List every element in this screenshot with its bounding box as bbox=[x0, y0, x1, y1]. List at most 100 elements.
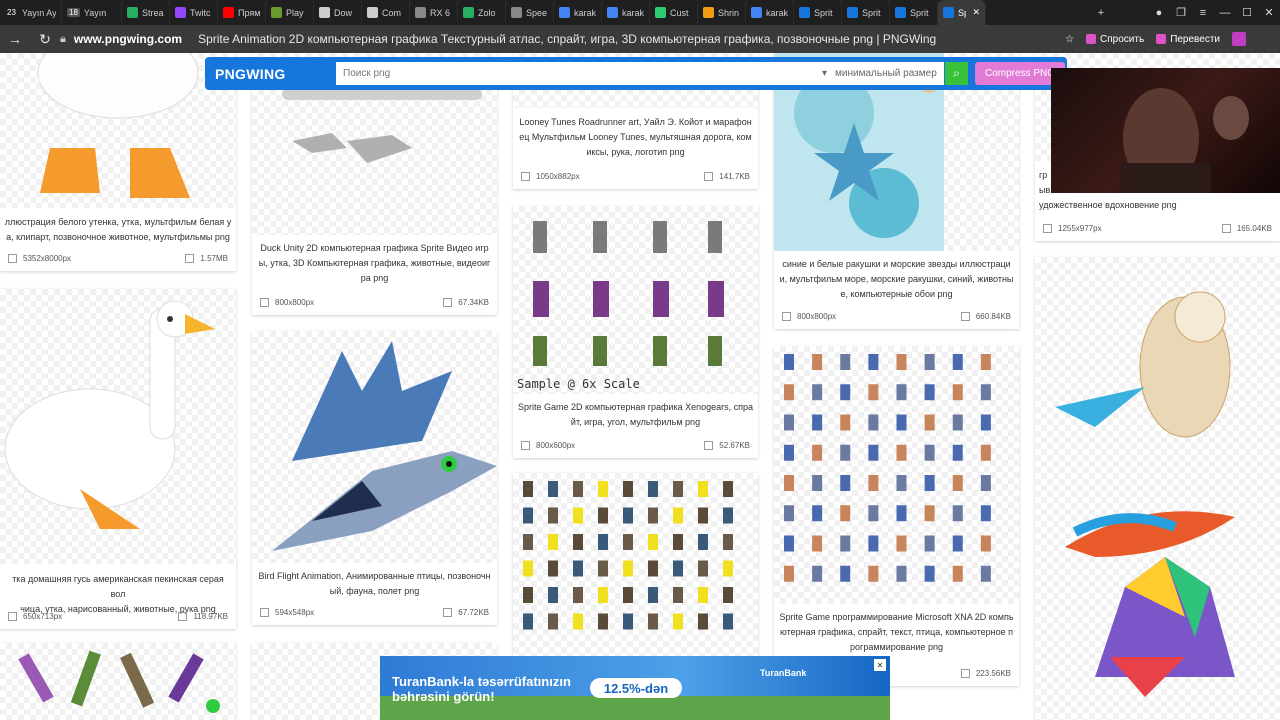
chevron-down-icon: ▾ bbox=[822, 68, 828, 79]
close-icon[interactable]: ✕ bbox=[874, 659, 886, 671]
tab-label: Spee bbox=[526, 7, 548, 18]
sprite-figure bbox=[868, 384, 879, 401]
sprite-figure bbox=[812, 384, 823, 401]
ask-button[interactable]: Спросить bbox=[1080, 34, 1150, 45]
result-card[interactable] bbox=[0, 643, 236, 720]
result-card[interactable]: синие и белые ракушки и морские звезды и… bbox=[774, 53, 1019, 329]
site-logo[interactable]: PNGWING bbox=[215, 66, 286, 82]
file-icon bbox=[443, 297, 453, 307]
browser-tab[interactable]: Play bbox=[266, 0, 314, 25]
sprite-figure bbox=[980, 505, 991, 522]
browser-tab[interactable]: Cust bbox=[650, 0, 698, 25]
tab-label: karak bbox=[574, 7, 596, 18]
sprite-figure bbox=[868, 444, 879, 461]
sprite-figure bbox=[548, 481, 558, 497]
profile-icon[interactable]: ● bbox=[1148, 0, 1170, 25]
sprite-figure bbox=[523, 587, 533, 603]
sprite-figure bbox=[673, 507, 683, 524]
tab-favicon-icon bbox=[511, 7, 522, 18]
sprite-figure bbox=[723, 613, 733, 630]
browser-tab[interactable]: Shrin bbox=[698, 0, 746, 25]
browser-tab[interactable]: 23 Yayın Ayar bbox=[0, 0, 62, 25]
sprite-figure bbox=[698, 507, 708, 524]
tab-favicon-icon bbox=[463, 7, 474, 18]
tab-search-icon[interactable]: ❐ bbox=[1170, 0, 1192, 25]
result-card[interactable]: Bird Flight Animation, Анимированные пти… bbox=[252, 331, 497, 625]
card-caption: ллюстрация белого утенка, утка, мультфил… bbox=[4, 217, 232, 242]
search-button[interactable]: ⌕ bbox=[945, 62, 968, 85]
close-window-icon[interactable]: ✕ bbox=[1258, 0, 1280, 25]
result-card[interactable]: Sprite Game программирование Microsoft X… bbox=[774, 346, 1019, 686]
maximize-icon[interactable]: ☐ bbox=[1236, 0, 1258, 25]
bookmark-icon[interactable]: ☆ bbox=[1059, 34, 1080, 45]
tab-label: Strea bbox=[142, 7, 164, 18]
size-filter-select[interactable]: ▾ минимальный размер bbox=[816, 62, 944, 85]
extension-icon[interactable] bbox=[1226, 32, 1252, 46]
search-icon: ⌕ bbox=[953, 66, 960, 80]
result-card[interactable]: ллюстрация белого утенка, утка, мультфил… bbox=[0, 53, 236, 271]
sprite-figure bbox=[812, 444, 823, 461]
browser-tab[interactable]: Sprit bbox=[794, 0, 842, 25]
close-tab-icon[interactable]: ✕ bbox=[972, 7, 980, 18]
new-tab-button[interactable]: + bbox=[1090, 0, 1112, 25]
sprite-figure bbox=[924, 535, 935, 552]
result-card[interactable] bbox=[1035, 257, 1280, 720]
browser-tab[interactable]: Twitc bbox=[170, 0, 218, 25]
sprite-figure bbox=[548, 560, 558, 577]
sprite-figure bbox=[896, 505, 907, 522]
site-header: PNGWING ▾минимальный размер ⌕ Compress P… bbox=[205, 57, 1067, 90]
card-filesize: 118.97KB bbox=[193, 611, 228, 621]
browser-tab[interactable]: Sp ✕ bbox=[938, 0, 986, 25]
search-input[interactable] bbox=[336, 62, 816, 85]
sprite-figure bbox=[723, 481, 733, 497]
browser-tab[interactable]: 18 Yayın bbox=[62, 0, 122, 25]
browser-tab[interactable]: Dow bbox=[314, 0, 362, 25]
tab-label: Com bbox=[382, 7, 402, 18]
dimensions-icon bbox=[260, 297, 269, 307]
sprite-figure bbox=[523, 507, 533, 524]
sprite-figure bbox=[952, 505, 963, 522]
sprite-figure bbox=[623, 507, 633, 524]
translate-button[interactable]: Перевести bbox=[1150, 34, 1226, 45]
menu-icon[interactable]: ≡ bbox=[1192, 0, 1214, 25]
tab-label: Twitc bbox=[190, 7, 211, 18]
sprite-figure bbox=[784, 384, 794, 401]
card-meta: 650x713px 118.97KB bbox=[8, 609, 228, 623]
tab-favicon-icon bbox=[655, 7, 666, 18]
browser-tab[interactable]: Com bbox=[362, 0, 410, 25]
browser-tab[interactable]: karak bbox=[602, 0, 650, 25]
tab-favicon-icon bbox=[895, 7, 906, 18]
browser-tab[interactable]: Strea bbox=[122, 0, 170, 25]
card-caption: Bird Flight Animation, Анимированные пти… bbox=[258, 571, 491, 596]
card-dimensions: 800x600px bbox=[536, 440, 576, 450]
sprite-figure bbox=[980, 535, 991, 552]
sprite-figure bbox=[673, 587, 683, 603]
result-card[interactable]: тка домашняя гусь американская пекинская… bbox=[0, 289, 236, 629]
browser-tab[interactable]: RX 6 bbox=[410, 0, 458, 25]
browser-tab[interactable]: Sprit bbox=[842, 0, 890, 25]
reload-icon[interactable]: ↻ bbox=[30, 31, 60, 48]
sprite-figure bbox=[924, 444, 935, 461]
result-card[interactable]: Sample @ 6x Scale Sprite Game 2D компьют… bbox=[513, 206, 758, 458]
browser-tab[interactable]: Прям bbox=[218, 0, 266, 25]
sprite-figure bbox=[840, 535, 851, 552]
minimize-icon[interactable]: — bbox=[1214, 0, 1236, 25]
sprite-figure bbox=[548, 613, 558, 630]
tab-label: Dow bbox=[334, 7, 353, 18]
result-card[interactable]: Duck Unity 2D компьютерная графика Sprit… bbox=[252, 53, 497, 315]
browser-tab[interactable]: Spee bbox=[506, 0, 554, 25]
sprite-figure bbox=[548, 587, 558, 603]
url-field[interactable]: 🔒︎ www.pngwing.com Sprite Animation 2D к… bbox=[60, 25, 1059, 53]
ad-brand: TuranBank bbox=[760, 668, 807, 678]
browser-tab[interactable]: Zolo bbox=[458, 0, 506, 25]
browser-tab[interactable]: karak bbox=[746, 0, 794, 25]
sprite-figure bbox=[573, 507, 583, 524]
sprite-figure bbox=[784, 505, 794, 522]
sprite-figure bbox=[980, 444, 991, 461]
forward-icon[interactable]: → bbox=[0, 31, 30, 47]
browser-tab[interactable]: karak bbox=[554, 0, 602, 25]
browser-tab[interactable]: Sprit bbox=[890, 0, 938, 25]
sprite-figure bbox=[523, 613, 533, 630]
url-host: www.pngwing.com bbox=[73, 32, 183, 46]
advertisement-banner[interactable]: TuranBank-la təsərrüfatınızın bəhrəsini … bbox=[380, 656, 890, 720]
